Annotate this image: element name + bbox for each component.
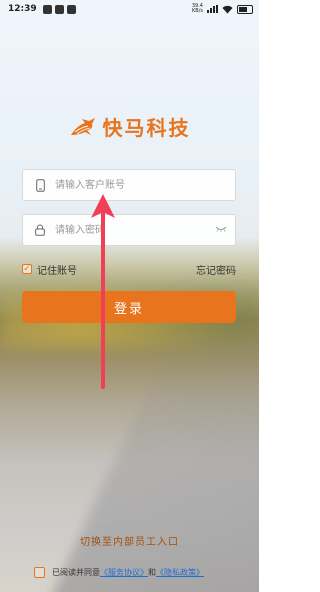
remember-checkbox[interactable]: ✓ — [22, 264, 32, 274]
notification-icon — [54, 4, 64, 14]
service-agreement-link[interactable]: 《服务协议》 — [100, 567, 148, 578]
background-road — [44, 330, 259, 592]
account-field[interactable] — [22, 169, 236, 201]
privacy-policy-link[interactable]: 《隐私政策》 — [156, 567, 204, 578]
remember-label[interactable]: 记住账号 — [37, 262, 77, 277]
password-input[interactable] — [53, 223, 215, 237]
agreement-checkbox[interactable] — [34, 566, 45, 578]
status-bar: 12:39 39.4 KB/s — [0, 0, 259, 18]
notification-icon — [66, 4, 76, 14]
status-indicators: 39.4 KB/s — [192, 4, 253, 14]
forgot-password-link[interactable]: 忘记密码 — [196, 262, 236, 277]
remember-row: ✓ 记住账号 忘记密码 — [22, 261, 236, 277]
signal-icon — [207, 5, 218, 13]
lock-icon — [31, 224, 49, 236]
login-button[interactable]: 登录 — [22, 291, 236, 323]
agreement-prefix: 已阅读并同意 — [52, 567, 100, 577]
network-speed-unit: KB/s — [192, 8, 203, 14]
status-time: 12:39 — [8, 4, 37, 14]
brand-logo: 快马科技 — [0, 112, 259, 141]
switch-employee-entry-link[interactable]: 切换至内部员工入口 — [0, 533, 259, 548]
agreement-row: 已阅读并同意 《服务协议》 和 《隐私政策》 — [34, 565, 234, 579]
account-input[interactable] — [53, 178, 235, 192]
horse-logo-icon — [70, 117, 95, 135]
phone-icon — [31, 178, 49, 192]
eye-closed-icon[interactable] — [215, 225, 227, 235]
battery-icon — [237, 4, 253, 14]
login-screen: 12:39 39.4 KB/s 快马科技 请输入客户账号 ✓ 记住账号 忘记密码… — [0, 0, 259, 592]
password-field[interactable] — [22, 214, 236, 246]
agreement-and: 和 — [148, 567, 156, 577]
notification-icon — [42, 4, 52, 14]
brand-name: 快马科技 — [102, 116, 191, 140]
status-notification-icons — [42, 4, 76, 14]
wifi-icon — [222, 5, 233, 13]
network-speed: 39.4 KB/s — [192, 4, 203, 14]
